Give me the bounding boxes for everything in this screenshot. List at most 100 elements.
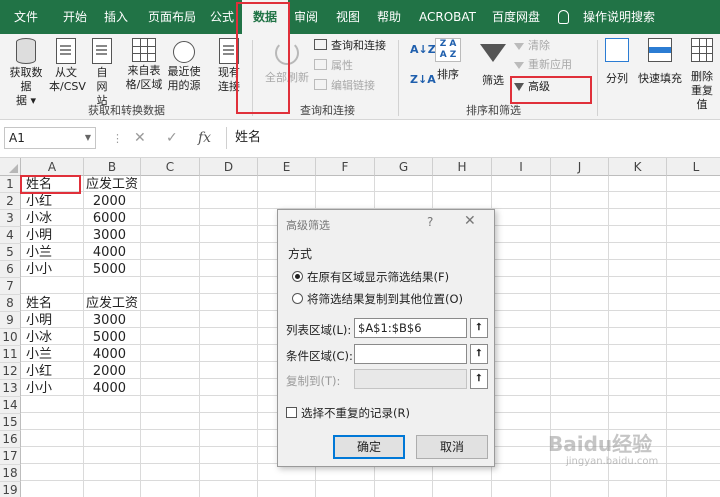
cell-a3[interactable]: 小冰 bbox=[26, 210, 52, 227]
row-header-1[interactable]: 1 bbox=[0, 176, 21, 193]
tab-baidu-netdisk[interactable]: 百度网盘 bbox=[492, 0, 540, 34]
cell-a1[interactable]: 姓名 bbox=[26, 176, 52, 193]
row-header-17[interactable]: 17 bbox=[0, 448, 21, 465]
radio-unselected-icon[interactable] bbox=[292, 293, 303, 304]
list-range-input[interactable]: $A$1:$B$6 bbox=[354, 318, 467, 338]
function-icon[interactable]: fx bbox=[198, 130, 211, 146]
row-header-8[interactable]: 8 bbox=[0, 295, 21, 312]
range-picker-icon[interactable]: ⭡ bbox=[470, 318, 488, 338]
column-header-f[interactable]: F bbox=[316, 158, 375, 176]
range-picker-icon[interactable]: ⭡ bbox=[470, 369, 488, 389]
properties-button[interactable]: 属性 bbox=[314, 58, 353, 74]
column-header-k[interactable]: K bbox=[609, 158, 667, 176]
row-header-4[interactable]: 4 bbox=[0, 227, 21, 244]
tab-formulas[interactable]: 公式 bbox=[210, 0, 234, 34]
tell-me-search[interactable]: 操作说明搜索 bbox=[583, 0, 655, 34]
copy-to-input[interactable] bbox=[354, 369, 467, 389]
tab-data[interactable]: 数据 bbox=[242, 0, 288, 34]
cell-a10[interactable]: 小冰 bbox=[26, 329, 52, 346]
tab-home[interactable]: 开始 bbox=[63, 0, 87, 34]
cell-b8[interactable]: 应发工资 bbox=[86, 295, 138, 312]
column-header-i[interactable]: I bbox=[492, 158, 551, 176]
chevron-down-icon[interactable]: ▼ bbox=[85, 128, 91, 148]
row-header-5[interactable]: 5 bbox=[0, 244, 21, 261]
cell-b10[interactable]: 5000 bbox=[84, 329, 126, 346]
cell-b9[interactable]: 3000 bbox=[84, 312, 126, 329]
column-header-l[interactable]: L bbox=[667, 158, 720, 176]
help-icon[interactable]: ? bbox=[427, 215, 433, 229]
row-header-15[interactable]: 15 bbox=[0, 414, 21, 431]
column-header-g[interactable]: G bbox=[375, 158, 433, 176]
tab-page-layout[interactable]: 页面布局 bbox=[148, 0, 196, 34]
cell-b4[interactable]: 3000 bbox=[84, 227, 126, 244]
recent-sources-button[interactable]: 最近使用的源 bbox=[164, 38, 204, 93]
unique-records-checkbox[interactable]: 选择不重复的记录(R) bbox=[286, 405, 410, 421]
cancel-button[interactable]: 取消 bbox=[416, 435, 488, 459]
column-header-e[interactable]: E bbox=[258, 158, 316, 176]
radio-selected-icon[interactable] bbox=[292, 271, 303, 282]
row-header-9[interactable]: 9 bbox=[0, 312, 21, 329]
cell-a5[interactable]: 小兰 bbox=[26, 244, 52, 261]
tab-acrobat[interactable]: ACROBAT bbox=[419, 0, 476, 34]
enter-icon[interactable]: ✓ bbox=[166, 130, 178, 146]
row-header-10[interactable]: 10 bbox=[0, 329, 21, 346]
advanced-filter-button[interactable]: 高级 bbox=[514, 79, 550, 95]
row-header-11[interactable]: 11 bbox=[0, 346, 21, 363]
cancel-icon[interactable]: ✕ bbox=[134, 130, 146, 146]
column-header-a[interactable]: A bbox=[21, 158, 84, 176]
cell-a6[interactable]: 小小 bbox=[26, 261, 52, 278]
tab-file[interactable]: 文件 bbox=[14, 0, 38, 34]
formula-input[interactable]: 姓名 bbox=[226, 127, 720, 149]
reapply-button[interactable]: 重新应用 bbox=[514, 57, 572, 73]
existing-connections-button[interactable]: 现有连接 bbox=[214, 38, 244, 94]
cell-a12[interactable]: 小红 bbox=[26, 363, 52, 380]
remove-duplicates-button[interactable]: 删除重复值 bbox=[686, 38, 718, 112]
cell-b6[interactable]: 5000 bbox=[84, 261, 126, 278]
row-header-13[interactable]: 13 bbox=[0, 380, 21, 397]
flash-fill-button[interactable]: 快速填充 bbox=[636, 38, 684, 86]
radio-copy-to-location[interactable]: 将筛选结果复制到其他位置(O) bbox=[292, 291, 463, 307]
row-header-3[interactable]: 3 bbox=[0, 210, 21, 227]
close-icon[interactable]: ✕ bbox=[464, 213, 476, 229]
row-header-18[interactable]: 18 bbox=[0, 465, 21, 482]
row-header-14[interactable]: 14 bbox=[0, 397, 21, 414]
refresh-all-button[interactable]: 全部刷新 bbox=[260, 38, 314, 85]
name-box[interactable]: A1 ▼ bbox=[4, 127, 96, 149]
text-to-columns-button[interactable]: 分列 bbox=[603, 38, 631, 86]
cell-b13[interactable]: 4000 bbox=[84, 380, 126, 397]
get-data-button[interactable]: 获取数据 据 ▾ bbox=[6, 38, 46, 108]
column-header-j[interactable]: J bbox=[551, 158, 609, 176]
tab-help[interactable]: 帮助 bbox=[377, 0, 401, 34]
from-table-button[interactable]: 来自表格/区域 bbox=[122, 38, 166, 92]
cell-a2[interactable]: 小红 bbox=[26, 193, 52, 210]
cell-a11[interactable]: 小兰 bbox=[26, 346, 52, 363]
clear-filter-button[interactable]: 清除 bbox=[514, 38, 550, 54]
row-header-12[interactable]: 12 bbox=[0, 363, 21, 380]
range-picker-icon[interactable]: ⭡ bbox=[470, 344, 488, 364]
cell-a13[interactable]: 小小 bbox=[26, 380, 52, 397]
row-header-7[interactable]: 7 bbox=[0, 278, 21, 295]
cell-b11[interactable]: 4000 bbox=[84, 346, 126, 363]
criteria-range-input[interactable] bbox=[354, 344, 467, 364]
row-header-16[interactable]: 16 bbox=[0, 431, 21, 448]
tab-view[interactable]: 视图 bbox=[336, 0, 360, 34]
from-text-button[interactable]: 从文本/CSV bbox=[46, 38, 86, 94]
column-header-h[interactable]: H bbox=[433, 158, 492, 176]
tab-insert[interactable]: 插入 bbox=[104, 0, 128, 34]
select-all-corner[interactable] bbox=[0, 158, 21, 176]
cell-b3[interactable]: 6000 bbox=[84, 210, 126, 227]
ok-button[interactable]: 确定 bbox=[333, 435, 405, 459]
row-header-2[interactable]: 2 bbox=[0, 193, 21, 210]
filter-button[interactable]: 筛选 bbox=[476, 38, 510, 88]
checkbox-icon[interactable] bbox=[286, 407, 297, 418]
cell-a8[interactable]: 姓名 bbox=[26, 295, 52, 312]
column-header-b[interactable]: B bbox=[84, 158, 141, 176]
cell-a9[interactable]: 小明 bbox=[26, 312, 52, 329]
queries-connections-button[interactable]: 查询和连接 bbox=[314, 38, 386, 54]
row-header-6[interactable]: 6 bbox=[0, 261, 21, 278]
sort-button[interactable]: Z AA Z 排序 bbox=[432, 38, 464, 82]
cell-b1[interactable]: 应发工资 bbox=[86, 176, 138, 193]
cell-b12[interactable]: 2000 bbox=[84, 363, 126, 380]
tab-review[interactable]: 审阅 bbox=[294, 0, 318, 34]
column-header-d[interactable]: D bbox=[200, 158, 258, 176]
